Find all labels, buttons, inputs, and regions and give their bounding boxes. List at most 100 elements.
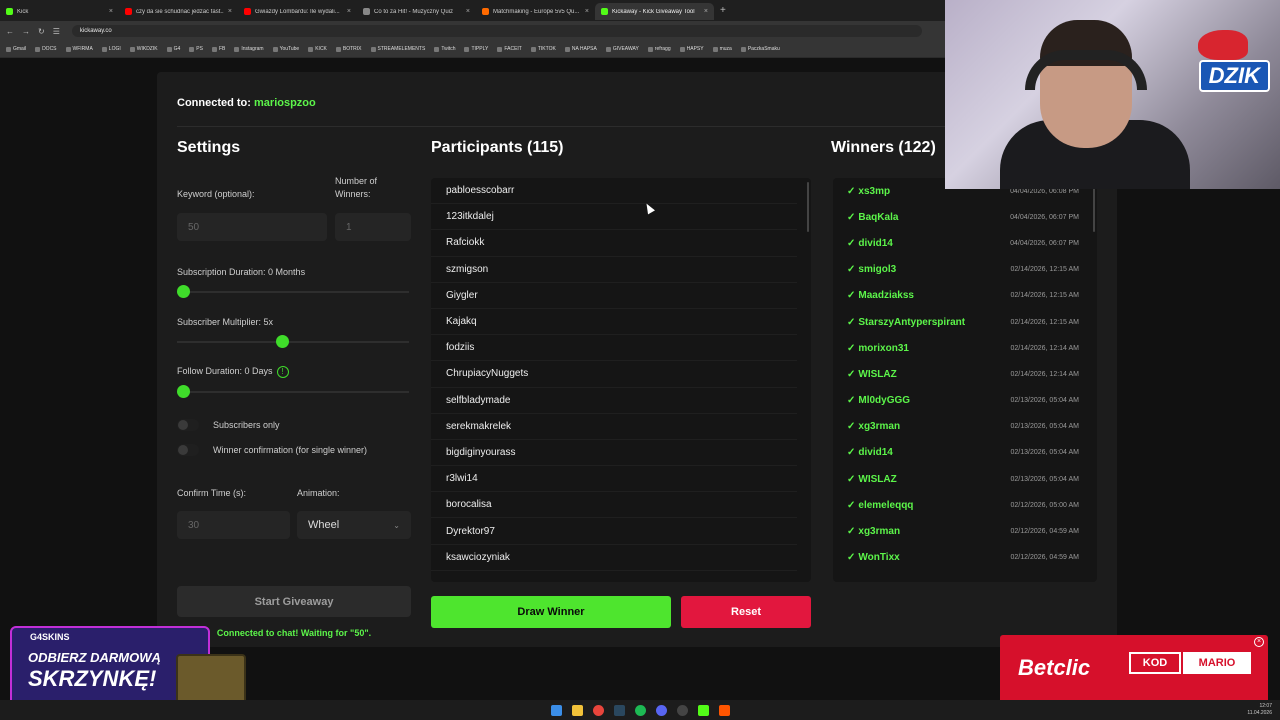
winner-row[interactable]: ✓ StarszyAntyperspirant 02/14/2026, 12:15 …: [833, 309, 1097, 335]
participant-row[interactable]: pabloesscobarr: [431, 178, 797, 205]
winners-count-input[interactable]: 1: [335, 213, 411, 241]
forward-icon[interactable]: →: [22, 27, 30, 36]
bookmark-item[interactable]: GIVEAWAY: [605, 46, 639, 52]
animation-select[interactable]: Wheel ⌄: [297, 511, 411, 539]
bookmark-item[interactable]: KICK: [308, 46, 327, 52]
steam-icon[interactable]: [613, 704, 625, 716]
participants-list[interactable]: pabloesscobarr 123itkdalej Rafciokk szmigso…: [431, 178, 811, 582]
bookmark-item[interactable]: Twitch: [434, 46, 455, 52]
draw-winner-button[interactable]: Draw Winner: [431, 596, 671, 628]
participant-row[interactable]: Kajakq: [431, 309, 797, 336]
bookmark-item[interactable]: YouTube: [272, 46, 299, 52]
bookmark-item[interactable]: TIKTOK: [530, 46, 556, 52]
bookmark-item[interactable]: Gmail: [6, 46, 26, 52]
browser-tab-active[interactable]: Kickaway - Kick Giveaway Tool ×: [595, 3, 714, 20]
slider-knob[interactable]: [177, 385, 190, 398]
close-tab-icon[interactable]: ×: [347, 8, 351, 15]
bookmark-item[interactable]: G4: [166, 46, 180, 52]
participant-row[interactable]: szmigson: [431, 257, 797, 283]
obs-icon[interactable]: [676, 704, 688, 716]
windows-start-icon[interactable]: [550, 704, 562, 716]
bookmark-item[interactable]: HAPSY: [679, 46, 704, 52]
participant-row[interactable]: r3lwi14: [431, 466, 797, 493]
close-tab-icon[interactable]: ×: [228, 8, 232, 15]
bookmark-item[interactable]: STREAMELEMENTS: [370, 46, 425, 52]
participant-row[interactable]: Dyrektor97: [431, 518, 797, 545]
winner-row[interactable]: ✓ smigol3 02/14/2026, 12:15 AM: [833, 257, 1097, 283]
reload-icon[interactable]: ↻: [38, 27, 45, 36]
winner-confirmation-toggle[interactable]: [177, 444, 199, 456]
participant-row[interactable]: 123itkdalej: [431, 204, 797, 231]
bookmark-item[interactable]: LOGI: [101, 46, 121, 52]
info-icon[interactable]: !: [276, 365, 289, 378]
participant-row[interactable]: borocalisa: [431, 492, 797, 519]
participant-row[interactable]: bigdiginyourass: [431, 440, 797, 467]
winner-row[interactable]: ✓ morixon31 02/14/2026, 12:14 AM: [833, 335, 1097, 361]
url-field[interactable]: kickaway.co: [71, 25, 922, 37]
keyword-input[interactable]: 50: [177, 213, 327, 241]
site-info-icon[interactable]: ☰: [53, 27, 60, 36]
winners-list[interactable]: ✓ xs3mp 04/04/2026, 06:08 PM ✓ BaqKala 04/04/…: [833, 178, 1097, 582]
bookmark-item[interactable]: WIKDZIK: [129, 46, 158, 52]
bookmark-item[interactable]: FACEIT: [497, 46, 522, 52]
confirm-time-input[interactable]: 30: [177, 511, 290, 539]
participant-row[interactable]: serekmakrelek: [431, 414, 797, 440]
winner-row[interactable]: ✓ xg3rman 02/13/2026, 05:04 AM: [833, 414, 1097, 440]
bookmark-item[interactable]: Instagram: [234, 46, 264, 52]
bookmark-item[interactable]: NA HAPSA: [564, 46, 597, 52]
scrollbar[interactable]: [1093, 182, 1095, 232]
bookmark-item[interactable]: BOTRIX: [335, 46, 362, 52]
participant-row[interactable]: Giygler: [431, 283, 797, 309]
bookmark-item[interactable]: DOCS: [35, 46, 57, 52]
bookmark-item[interactable]: TIPPLY: [464, 46, 488, 52]
slider-knob[interactable]: [275, 335, 289, 348]
participant-row[interactable]: fodziis: [431, 335, 797, 362]
browser-tab[interactable]: Co to za Hit! - Muzyczny Quiz ×: [357, 3, 476, 20]
spotify-icon[interactable]: [634, 704, 646, 716]
back-icon[interactable]: ←: [6, 27, 14, 36]
participant-row[interactable]: ksawciozyniak: [431, 545, 797, 571]
winner-row[interactable]: ✓ elemeleqqq 02/12/2026, 05:00 AM: [833, 492, 1097, 518]
subscribers-only-toggle[interactable]: [177, 419, 199, 431]
start-giveaway-button[interactable]: Start Giveaway: [177, 586, 411, 617]
subscription-duration-slider[interactable]: [177, 285, 409, 298]
winner-row[interactable]: ✓ BaqKala 04/04/2026, 06:07 PM: [833, 204, 1097, 230]
bookmark-item[interactable]: FB: [211, 46, 225, 52]
close-icon[interactable]: ×: [1254, 637, 1264, 647]
bookmark-item[interactable]: muza: [712, 46, 732, 52]
bookmark-item[interactable]: PS: [189, 46, 203, 52]
bookmark-item[interactable]: refragg: [647, 46, 671, 52]
close-tab-icon[interactable]: ×: [704, 8, 708, 15]
participant-row[interactable]: ChrupiacyNuggets: [431, 361, 797, 388]
discord-icon[interactable]: [655, 704, 667, 716]
bookmark-item[interactable]: PaczkaSmaku: [740, 46, 780, 52]
winner-row[interactable]: ✓ Maadziakss 02/14/2026, 12:15 AM: [833, 283, 1097, 309]
follow-duration-slider[interactable]: [177, 385, 409, 398]
reset-button[interactable]: Reset: [681, 596, 811, 628]
browser-tab[interactable]: Kick ×: [0, 3, 119, 20]
participant-row[interactable]: Rafciokk: [431, 230, 797, 257]
subscriber-multiplier-slider[interactable]: [177, 335, 409, 348]
browser-tab[interactable]: Gwiazdy Lombardu: Ile wydali... ×: [238, 3, 357, 20]
scrollbar[interactable]: [807, 182, 809, 232]
winner-row[interactable]: ✓ divid14 02/13/2026, 05:04 AM: [833, 440, 1097, 466]
slider-knob[interactable]: [177, 285, 190, 298]
close-tab-icon[interactable]: ×: [585, 8, 589, 15]
close-tab-icon[interactable]: ×: [466, 8, 470, 15]
kick-app-icon[interactable]: [697, 704, 709, 716]
browser-tab[interactable]: czy da sie schudnac jedzac fast... ×: [119, 3, 238, 20]
winner-row[interactable]: ✓ xg3rman 02/12/2026, 04:59 AM: [833, 518, 1097, 544]
winner-row[interactable]: ✓ WISLAZ 02/14/2026, 12:14 AM: [833, 361, 1097, 387]
participant-row[interactable]: selfbladymade: [431, 388, 797, 414]
chrome-icon[interactable]: [592, 704, 604, 716]
winner-row[interactable]: ✓ Ml0dyGGG 02/13/2026, 05:04 AM: [833, 388, 1097, 414]
winner-row[interactable]: ✓ WonTixx 02/12/2026, 04:59 AM: [833, 545, 1097, 571]
browser-tab[interactable]: Matchmaking - Europe 5v5 Qu... ×: [476, 3, 595, 20]
new-tab-icon[interactable]: +: [720, 5, 726, 16]
faceit-icon[interactable]: [718, 704, 730, 716]
winner-row[interactable]: ✓ WISLAZ 02/13/2026, 05:04 AM: [833, 466, 1097, 492]
close-tab-icon[interactable]: ×: [109, 8, 113, 15]
bookmark-item[interactable]: WFIRMA: [65, 46, 93, 52]
file-explorer-icon[interactable]: [571, 704, 583, 716]
winner-row[interactable]: ✓ divid14 04/04/2026, 06:07 PM: [833, 230, 1097, 256]
